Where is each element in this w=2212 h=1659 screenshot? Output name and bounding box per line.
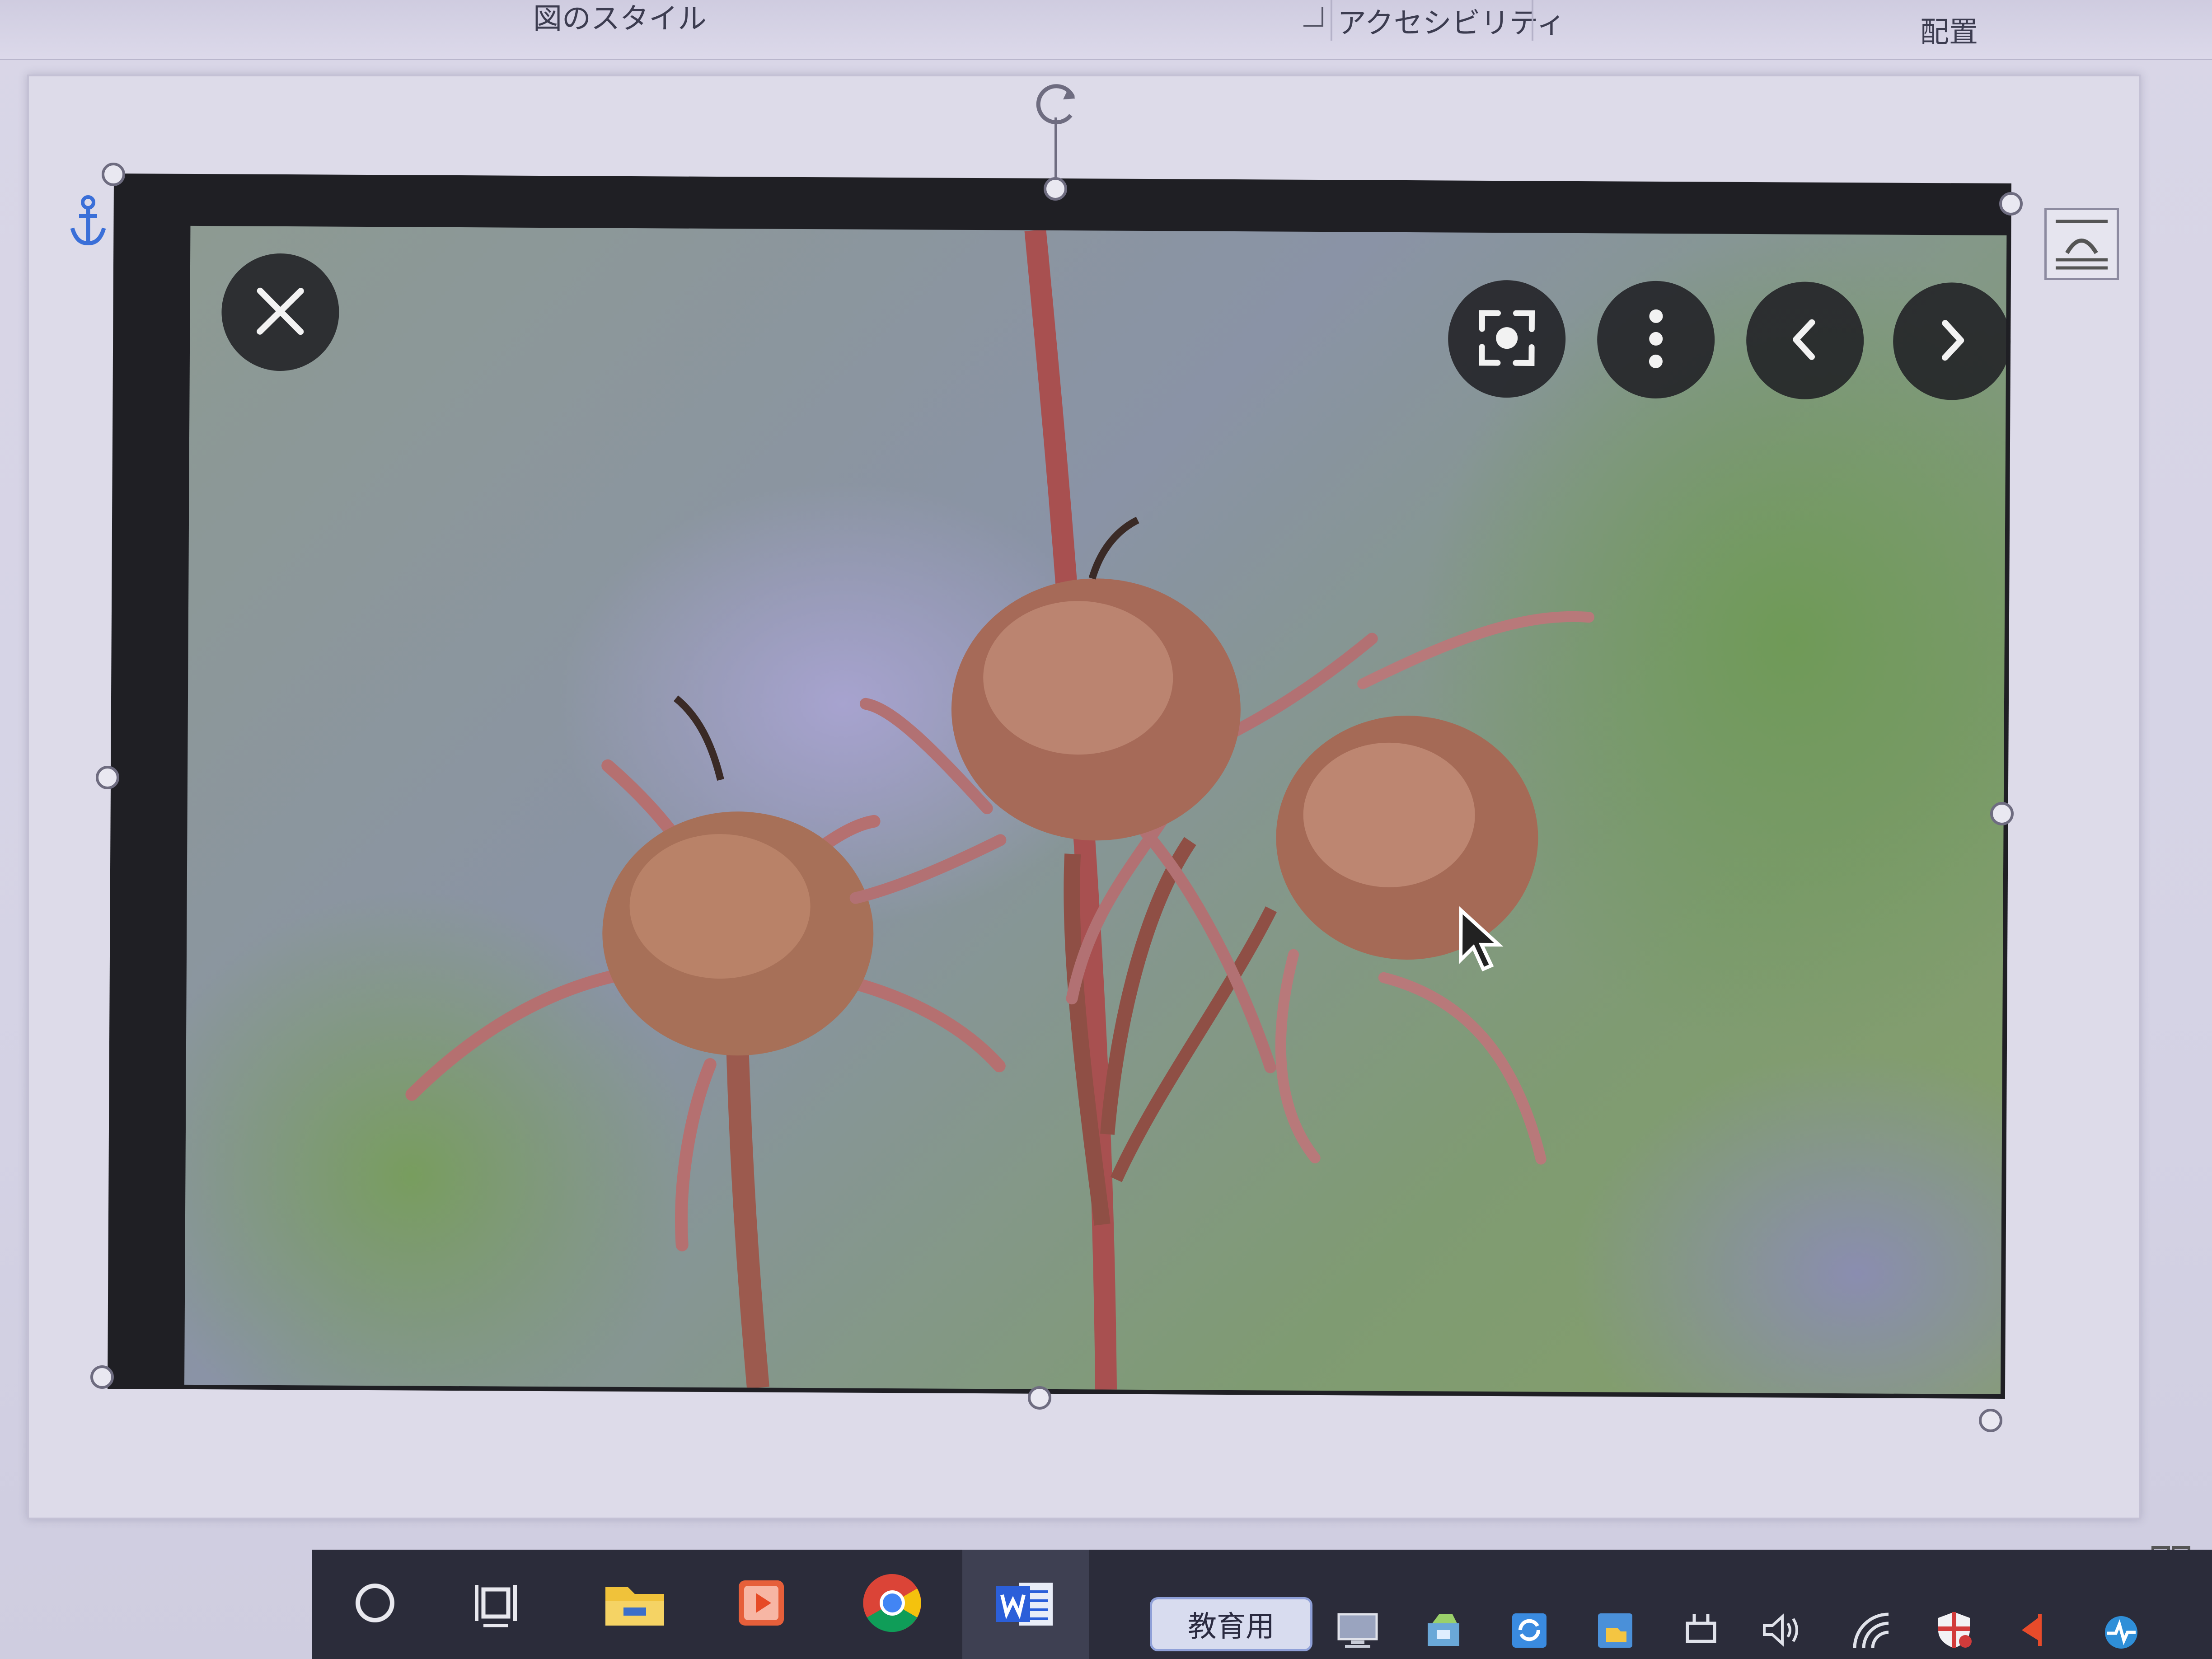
tray-sync[interactable] xyxy=(1504,1608,1554,1654)
layout-options-icon[interactable] xyxy=(2044,208,2119,280)
power-plug-icon xyxy=(1678,1610,1724,1652)
rotate-handle-icon[interactable] xyxy=(1028,81,1087,127)
activity-monitor-icon xyxy=(2099,1610,2144,1652)
resize-handle-right[interactable] xyxy=(1990,802,2014,825)
tray-volume[interactable] xyxy=(1757,1608,1807,1654)
tray-notification-flag[interactable] xyxy=(2010,1608,2060,1654)
resize-handle-top[interactable] xyxy=(1044,177,1067,201)
taskbar-chrome-button[interactable] xyxy=(858,1570,926,1638)
chevron-right-icon xyxy=(1934,318,1970,365)
file-explorer-icon xyxy=(603,1576,666,1632)
search-circle-icon xyxy=(350,1578,400,1630)
close-icon xyxy=(253,284,308,341)
sync-icon xyxy=(1507,1610,1552,1652)
tray-activity-monitor[interactable] xyxy=(2096,1608,2146,1654)
visual-search-icon xyxy=(1475,306,1539,372)
viewer-next-button[interactable] xyxy=(1893,282,2011,401)
volume-icon xyxy=(1760,1610,1805,1652)
tray-network-share[interactable] xyxy=(1419,1608,1468,1654)
rotate-handle-line xyxy=(1054,117,1057,185)
folder-sync-icon xyxy=(1593,1610,1638,1652)
viewer-close-button[interactable] xyxy=(221,253,340,371)
taskbar-word-button[interactable] xyxy=(992,1570,1059,1638)
chrome-icon xyxy=(861,1571,924,1636)
ribbon: 図のスタイル アクセシビリティ 配置 xyxy=(0,0,2212,60)
network-share-icon xyxy=(1421,1610,1466,1652)
chevron-left-icon xyxy=(1787,317,1823,364)
anchor-icon xyxy=(68,194,108,248)
ribbon-group-arrange: 配置 xyxy=(1920,16,1978,49)
resize-handle-bottom[interactable] xyxy=(1028,1386,1051,1410)
ribbon-separator xyxy=(1331,0,1332,41)
resize-handle-bottom-right[interactable] xyxy=(1979,1409,2002,1432)
notification-flag-icon xyxy=(2013,1610,2058,1652)
taskbar-task-view-button[interactable] xyxy=(465,1570,533,1638)
resize-handle-top-right[interactable] xyxy=(1999,192,2023,216)
taskbar-media-player-button[interactable] xyxy=(727,1570,795,1638)
ime-mode-indicator[interactable]: 教育用 xyxy=(1150,1597,1312,1651)
taskbar-search-button[interactable] xyxy=(341,1570,409,1638)
media-player-icon xyxy=(734,1576,788,1632)
resize-handle-bottom-left[interactable] xyxy=(90,1365,114,1389)
ribbon-group-picture-styles: 図のスタイル xyxy=(533,2,707,36)
display-icon xyxy=(1335,1610,1380,1652)
word-icon xyxy=(994,1576,1057,1632)
more-options-icon xyxy=(1647,307,1665,372)
ribbon-separator xyxy=(1532,0,1533,41)
resize-handle-top-left[interactable] xyxy=(102,163,125,186)
screen: 図のスタイル アクセシビリティ 配置 教育用 xyxy=(0,0,2212,1659)
inserted-picture[interactable] xyxy=(107,173,2012,1399)
tray-security[interactable] xyxy=(1929,1608,1979,1654)
tray-folder-sync[interactable] xyxy=(1590,1608,1640,1654)
taskbar-file-explorer-button[interactable] xyxy=(601,1570,669,1638)
security-shield-icon xyxy=(1931,1610,1977,1652)
flower-photo xyxy=(184,225,2007,1394)
viewer-visual-search-button[interactable] xyxy=(1448,280,1566,398)
tray-power[interactable] xyxy=(1676,1608,1726,1654)
tray-display[interactable] xyxy=(1333,1608,1382,1654)
task-view-icon xyxy=(472,1578,526,1630)
viewer-previous-button[interactable] xyxy=(1746,281,1864,400)
resize-handle-left[interactable] xyxy=(96,766,119,789)
viewer-more-options-button[interactable] xyxy=(1597,281,1715,399)
picture-styles-dialog-launcher[interactable] xyxy=(1303,7,1323,27)
wifi-icon xyxy=(1850,1610,1895,1652)
tray-wifi[interactable] xyxy=(1848,1608,1898,1654)
